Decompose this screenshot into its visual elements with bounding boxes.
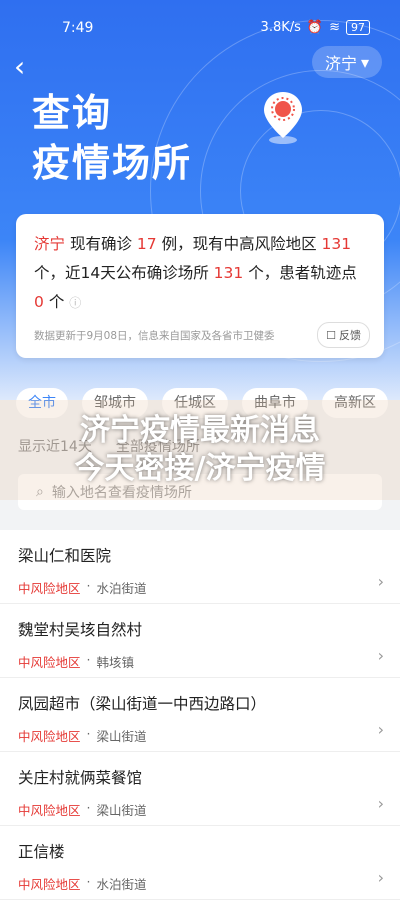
- city-selector-button[interactable]: 济宁 ▾: [312, 46, 382, 78]
- risk-level: 中风险地区: [18, 729, 81, 744]
- title-line2: 疫情场所: [32, 141, 193, 185]
- list-item[interactable]: 凤园超市（梁山街道一中西边路口） 中风险地区 · 梁山街道 ›: [0, 678, 400, 752]
- summary-card: 济宁 现有确诊 17 例，现有中高风险地区 131 个，近14天公布确诊场所 1…: [16, 214, 384, 358]
- list-item[interactable]: 关庄村就俩菜餐馆 中风险地区 · 梁山街道 ›: [0, 752, 400, 826]
- list-item[interactable]: 正信楼 中风险地区 · 水泊街道 ›: [0, 826, 400, 900]
- place-name: 凤园超市（梁山街道一中西边路口）: [18, 695, 267, 713]
- street-name: 水泊街道: [96, 877, 147, 892]
- risk-area-count: 131: [321, 235, 352, 253]
- chevron-right-icon: ›: [377, 720, 384, 739]
- place-name: 梁山仁和医院: [18, 547, 112, 565]
- back-icon[interactable]: ‹: [14, 50, 25, 83]
- status-time: 7:49: [62, 20, 94, 36]
- feedback-icon: ☐: [326, 328, 336, 342]
- street-name: 梁山街道: [96, 803, 147, 818]
- trajectory-count: 0: [34, 293, 44, 311]
- place-name: 正信楼: [18, 843, 65, 861]
- confirmed-count: 17: [136, 235, 157, 253]
- street-name: 水泊街道: [96, 581, 147, 596]
- place-name: 关庄村就俩菜餐馆: [18, 769, 143, 787]
- list-item[interactable]: 梁山仁和医院 中风险地区 · 水泊街道 ›: [0, 530, 400, 604]
- virus-location-pin-icon: [264, 92, 302, 144]
- feedback-label: 反馈: [339, 329, 361, 342]
- dot-separator: ·: [86, 800, 91, 815]
- place-meta: 中风险地区 · 梁山街道: [18, 726, 147, 745]
- summary-text-5: 个: [48, 293, 65, 311]
- risk-level: 中风险地区: [18, 803, 81, 818]
- overlay-line1: 济宁疫情最新消息: [80, 413, 320, 448]
- caret-down-icon: ▾: [360, 52, 370, 72]
- street-name: 梁山街道: [96, 729, 147, 744]
- summary-text-1: 现有确诊: [69, 235, 132, 253]
- place-count: 131: [213, 264, 244, 282]
- dot-separator: ·: [86, 652, 91, 667]
- chevron-right-icon: ›: [377, 794, 384, 813]
- status-bar: 7:49 3.8K/s ⏰ ≋ 97: [0, 0, 400, 52]
- dot-separator: ·: [86, 874, 91, 889]
- risk-level: 中风险地区: [18, 581, 81, 596]
- dot-separator: ·: [86, 578, 91, 593]
- risk-level: 中风险地区: [18, 877, 81, 892]
- chevron-right-icon: ›: [377, 868, 384, 887]
- help-icon[interactable]: ⓘ: [69, 296, 81, 310]
- place-meta: 中风险地区 · 韩垓镇: [18, 652, 134, 671]
- overlay-line2: 今天密接/济宁疫情: [74, 451, 326, 486]
- place-meta: 中风险地区 · 水泊街道: [18, 578, 147, 597]
- title-overlay: 济宁疫情最新消息 今天密接/济宁疫情: [0, 400, 400, 500]
- alarm-icon: ⏰: [306, 20, 324, 35]
- page-title: 查询 疫情场所: [32, 88, 192, 188]
- update-footnote: 数据更新于9月08日，信息来自国家及各省市卫健委: [34, 330, 275, 342]
- dot-separator: ·: [86, 726, 91, 741]
- feedback-button[interactable]: ☐ 反馈: [317, 322, 370, 348]
- chevron-right-icon: ›: [377, 572, 384, 591]
- title-line1: 查询: [32, 91, 113, 135]
- street-name: 韩垓镇: [96, 655, 135, 670]
- network-speed: 3.8K/s: [260, 20, 301, 35]
- summary-text-2: 例，现有中高风险地区: [161, 235, 317, 253]
- place-name: 魏堂村吴垓自然村: [18, 621, 143, 639]
- chevron-right-icon: ›: [377, 646, 384, 665]
- wifi-icon: ≋: [329, 20, 340, 35]
- list-item[interactable]: 魏堂村吴垓自然村 中风险地区 · 韩垓镇 ›: [0, 604, 400, 678]
- place-meta: 中风险地区 · 水泊街道: [18, 874, 147, 893]
- battery-level: 97: [346, 20, 370, 35]
- summary-text-3: 个，近14天公布确诊场所: [34, 264, 209, 282]
- place-meta: 中风险地区 · 梁山街道: [18, 800, 147, 819]
- summary-text-4: 个，患者轨迹点: [248, 264, 357, 282]
- summary-text: 济宁 现有确诊 17 例，现有中高风险地区 131 个，近14天公布确诊场所 1…: [34, 230, 370, 318]
- risk-level: 中风险地区: [18, 655, 81, 670]
- city-label: 济宁: [324, 54, 357, 73]
- place-list: 梁山仁和医院 中风险地区 · 水泊街道 › 魏堂村吴垓自然村 中风险地区 · 韩…: [0, 530, 400, 900]
- summary-city: 济宁: [34, 235, 66, 253]
